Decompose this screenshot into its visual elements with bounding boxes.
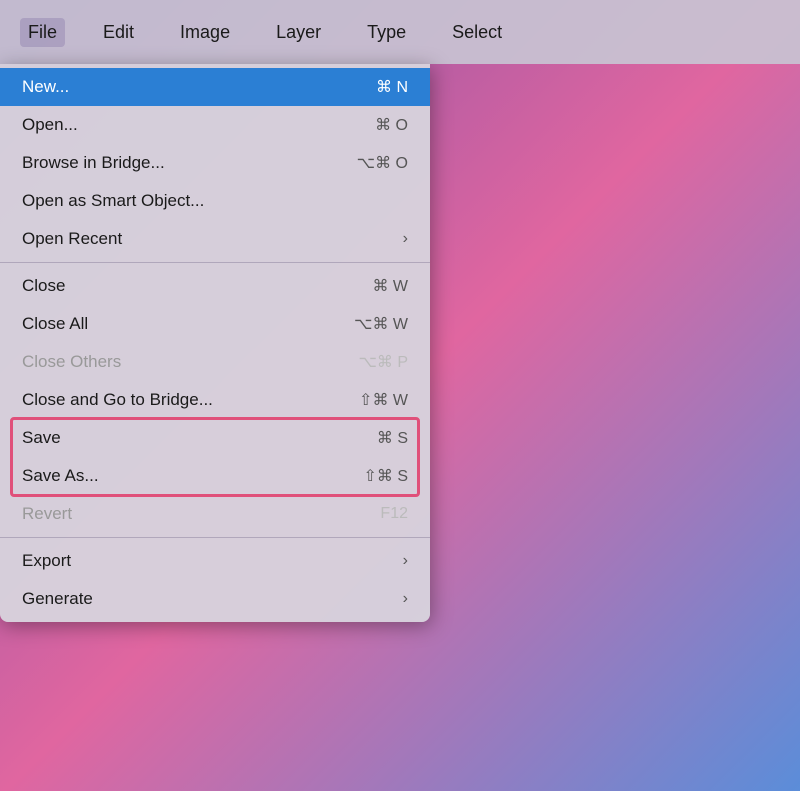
menubar-item-edit[interactable]: Edit <box>95 18 142 47</box>
menu-item-shortcut: ⌘ S <box>377 428 408 448</box>
menu-item-revert[interactable]: Revert F12 <box>0 495 430 533</box>
menu-item-smart-object[interactable]: Open as Smart Object... <box>0 182 430 220</box>
menu-item-label: Open Recent <box>22 229 122 249</box>
menubar-item-layer[interactable]: Layer <box>268 18 329 47</box>
menu-item-generate[interactable]: Generate › <box>0 580 430 618</box>
menu-item-label: Close All <box>22 314 88 334</box>
menu-item-close[interactable]: Close ⌘ W <box>0 267 430 305</box>
menu-item-shortcut: ⌥⌘ P <box>358 352 408 372</box>
menu-item-label: Save As... <box>22 466 99 486</box>
menu-item-label: Close Others <box>22 352 121 372</box>
menu-item-shortcut: › <box>403 552 408 570</box>
menu-item-label: New... <box>22 77 69 97</box>
menu-item-open[interactable]: Open... ⌘ O <box>0 106 430 144</box>
menu-item-close-others[interactable]: Close Others ⌥⌘ P <box>0 343 430 381</box>
menu-item-label: Revert <box>22 504 72 524</box>
menu-item-shortcut: F12 <box>380 505 408 523</box>
menu-item-label: Close <box>22 276 65 296</box>
menu-item-close-bridge[interactable]: Close and Go to Bridge... ⇧⌘ W <box>0 381 430 419</box>
menu-item-label: Open... <box>22 115 78 135</box>
menu-separator <box>0 262 430 263</box>
menu-item-shortcut: ⇧⌘ S <box>363 466 408 486</box>
menubar-item-image[interactable]: Image <box>172 18 238 47</box>
menu-item-shortcut: › <box>403 230 408 248</box>
menu-item-label: Browse in Bridge... <box>22 153 165 173</box>
menu-item-label: Save <box>22 428 61 448</box>
menu-separator <box>0 537 430 538</box>
menu-item-save[interactable]: Save ⌘ S <box>0 419 430 457</box>
menubar-item-file[interactable]: File <box>20 18 65 47</box>
file-dropdown-menu: New... ⌘ N Open... ⌘ O Browse in Bridge... ⌥⌘… <box>0 64 430 622</box>
menu-item-shortcut: ⌘ O <box>375 115 408 135</box>
menu-item-label: Generate <box>22 589 93 609</box>
menu-item-label: Close and Go to Bridge... <box>22 390 213 410</box>
menu-item-shortcut: ⌘ N <box>376 77 408 97</box>
menu-item-save-as[interactable]: Save As... ⇧⌘ S <box>0 457 430 495</box>
menu-item-new[interactable]: New... ⌘ N <box>0 68 430 106</box>
menu-item-shortcut: ⇧⌘ W <box>359 390 408 410</box>
menu-item-shortcut: ⌘ W <box>372 276 408 296</box>
menu-item-bridge[interactable]: Browse in Bridge... ⌥⌘ O <box>0 144 430 182</box>
menu-item-label: Open as Smart Object... <box>22 191 204 211</box>
menu-item-shortcut: › <box>403 590 408 608</box>
menubar-item-select[interactable]: Select <box>444 18 510 47</box>
menu-item-close-all[interactable]: Close All ⌥⌘ W <box>0 305 430 343</box>
menu-item-open-recent[interactable]: Open Recent › <box>0 220 430 258</box>
menu-item-shortcut: ⌥⌘ W <box>354 314 408 334</box>
menu-item-label: Export <box>22 551 71 571</box>
menu-bar: File Edit Image Layer Type Select <box>0 0 800 64</box>
menu-item-shortcut: ⌥⌘ O <box>357 153 408 173</box>
menubar-item-type[interactable]: Type <box>359 18 414 47</box>
menu-item-export[interactable]: Export › <box>0 542 430 580</box>
